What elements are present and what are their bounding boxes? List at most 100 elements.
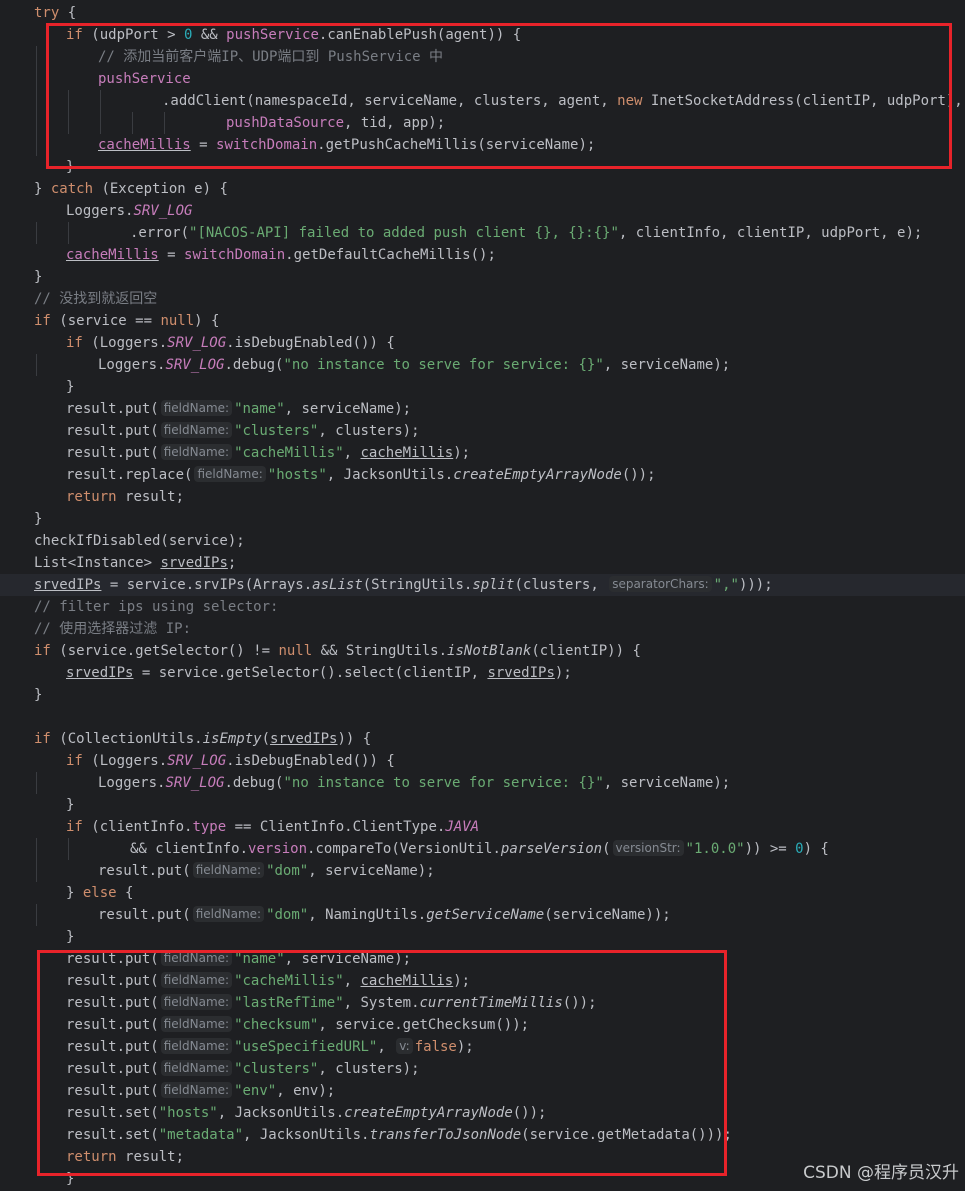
code-line[interactable]: checkIfDisabled(service); [0, 530, 965, 552]
string-literal: "lastRefTime" [234, 995, 344, 1011]
code-token: , clientInfo, clientIP, udpPort, e); [618, 225, 923, 241]
code-line[interactable]: // filter ips using selector: [0, 596, 965, 618]
code-line[interactable]: result.put(fieldName: "dom", serviceName)… [0, 860, 965, 882]
code-line[interactable]: } [0, 156, 965, 178]
code-comment: // 没找到就返回空 [34, 291, 158, 307]
code-line[interactable]: try { [0, 2, 965, 24]
keyword: null [160, 313, 195, 329]
code-token: result.put( [98, 863, 191, 879]
code-token: srvedIPs [270, 731, 338, 747]
code-token: result.put( [66, 995, 159, 1011]
code-line[interactable]: result.put(fieldName: "cacheMillis", cach… [0, 970, 965, 992]
code-line[interactable]: result.put(fieldName: "name", serviceName… [0, 398, 965, 420]
code-line[interactable]: pushService [0, 68, 965, 90]
code-line[interactable]: result.put(fieldName: "lastRefTime", Syst… [0, 992, 965, 1014]
code-line[interactable]: if (Loggers.SRV_LOG.isDebugEnabled()) { [0, 332, 965, 354]
code-line[interactable]: } [0, 684, 965, 706]
code-line[interactable]: Loggers.SRV_LOG.debug("no instance to se… [0, 772, 965, 794]
code-token: switchDomain [216, 137, 318, 153]
code-line[interactable]: srvedIPs = service.srvIPs(Arrays.asList(… [0, 574, 965, 596]
code-line[interactable]: List<Instance> srvedIPs; [0, 552, 965, 574]
code-text: result.put(fieldName: "clusters", cluster… [66, 420, 420, 442]
code-line[interactable]: Loggers.SRV_LOG.debug("no instance to se… [0, 354, 965, 376]
code-text: // 添加当前客户端IP、UDP端口到 PushService 中 [98, 46, 443, 68]
code-token: } [34, 269, 43, 285]
code-line[interactable]: result.put(fieldName: "clusters", cluster… [0, 1058, 965, 1080]
code-line[interactable]: } [0, 508, 965, 530]
code-line[interactable]: .error("[NACOS-API] failed to added push… [0, 222, 965, 244]
code-token: cacheMillis [98, 137, 191, 153]
code-token: currentTimeMillis [419, 995, 563, 1011]
code-line[interactable]: } catch (Exception e) { [0, 178, 965, 200]
code-line[interactable]: if (clientInfo.type == ClientInfo.Client… [0, 816, 965, 838]
code-line[interactable]: result.put(fieldName: "useSpecifiedURL", … [0, 1036, 965, 1058]
code-token: , serviceName); [603, 357, 731, 373]
code-line[interactable]: } [0, 926, 965, 948]
code-token: (serviceName)); [544, 907, 671, 923]
code-token: checkIfDisabled(service); [34, 533, 245, 549]
code-line[interactable]: result.put(fieldName: "cacheMillis", cach… [0, 442, 965, 464]
code-token: = service.srvIPs(Arrays. [101, 577, 313, 593]
code-line[interactable]: if (service == null) { [0, 310, 965, 332]
code-text: Loggers.SRV_LOG [66, 200, 192, 222]
code-line[interactable]: pushDataSource, tid, app); [0, 112, 965, 134]
code-line[interactable]: result.set("hosts", JacksonUtils.createE… [0, 1102, 965, 1124]
code-token: Loggers. [98, 357, 166, 373]
code-token: (clientInfo. [91, 819, 193, 835]
indent-guide [36, 838, 37, 860]
code-comment: // filter ips using selector: [34, 599, 279, 615]
code-text: if (service.getSelector() != null && Str… [34, 640, 641, 662]
code-line[interactable]: return result; [0, 486, 965, 508]
code-line[interactable]: } else { [0, 882, 965, 904]
code-line[interactable]: // 使用选择器过滤 IP: [0, 618, 965, 640]
string-literal: "," [713, 577, 739, 593]
code-text: // 没找到就返回空 [34, 288, 157, 310]
code-line[interactable]: srvedIPs = service.getSelector().select(… [0, 662, 965, 684]
code-token: result.put( [66, 1083, 159, 1099]
code-line[interactable]: result.replace(fieldName: "hosts", Jackso… [0, 464, 965, 486]
code-token: result.set( [66, 1105, 159, 1121]
code-token: result.put( [66, 1017, 159, 1033]
code-token: Loggers. [66, 203, 134, 219]
code-line[interactable]: .addClient(namespaceId, serviceName, clu… [0, 90, 965, 112]
code-line[interactable]: result.set("metadata", JacksonUtils.tran… [0, 1124, 965, 1146]
parameter-hint: fieldName: [194, 466, 266, 482]
code-line[interactable]: if (Loggers.SRV_LOG.isDebugEnabled()) { [0, 750, 965, 772]
code-line[interactable]: cacheMillis = switchDomain.getPushCacheM… [0, 134, 965, 156]
code-token: } [34, 687, 43, 703]
code-text: if (service == null) { [34, 310, 219, 332]
code-line[interactable]: } [0, 794, 965, 816]
code-line[interactable]: // 没找到就返回空 [0, 288, 965, 310]
code-line[interactable]: // 添加当前客户端IP、UDP端口到 PushService 中 [0, 46, 965, 68]
code-token: ()); [512, 1105, 547, 1121]
code-token: , JacksonUtils. [326, 467, 454, 483]
code-token: } [34, 511, 43, 527]
code-text: } [66, 926, 74, 948]
code-line[interactable]: if (CollectionUtils.isEmpty(srvedIPs)) { [0, 728, 965, 750]
code-token: SRV_LOG [165, 775, 225, 791]
code-line[interactable]: result.put(fieldName: "env", env); [0, 1080, 965, 1102]
code-text: result.put(fieldName: "dom", serviceName)… [98, 860, 435, 882]
code-token: )) { [337, 731, 372, 747]
code-line[interactable]: cacheMillis = switchDomain.getDefaultCac… [0, 244, 965, 266]
code-line[interactable]: result.put(fieldName: "name", serviceName… [0, 948, 965, 970]
code-line[interactable] [0, 706, 965, 728]
code-token: pushDataSource [226, 115, 345, 131]
code-line[interactable]: result.put(fieldName: "clusters", cluster… [0, 420, 965, 442]
code-token: , tid, app); [344, 115, 446, 131]
code-line[interactable]: } [0, 266, 965, 288]
code-line[interactable]: Loggers.SRV_LOG [0, 200, 965, 222]
code-token: version [248, 841, 308, 857]
code-editor[interactable]: try {if (udpPort > 0 && pushService.canE… [0, 0, 965, 1191]
code-line[interactable]: if (udpPort > 0 && pushService.canEnable… [0, 24, 965, 46]
code-line[interactable]: && clientInfo.version.compareTo(VersionU… [0, 838, 965, 860]
code-line[interactable]: result.put(fieldName: "checksum", service… [0, 1014, 965, 1036]
code-line[interactable]: } [0, 376, 965, 398]
keyword: if [34, 643, 60, 659]
string-literal: "hosts" [158, 1105, 218, 1121]
code-text: Loggers.SRV_LOG.debug("no instance to se… [98, 354, 730, 376]
code-line[interactable]: if (service.getSelector() != null && Str… [0, 640, 965, 662]
code-line[interactable]: result.put(fieldName: "dom", NamingUtils.… [0, 904, 965, 926]
code-token: result.put( [66, 401, 159, 417]
code-text: // filter ips using selector: [34, 596, 278, 618]
